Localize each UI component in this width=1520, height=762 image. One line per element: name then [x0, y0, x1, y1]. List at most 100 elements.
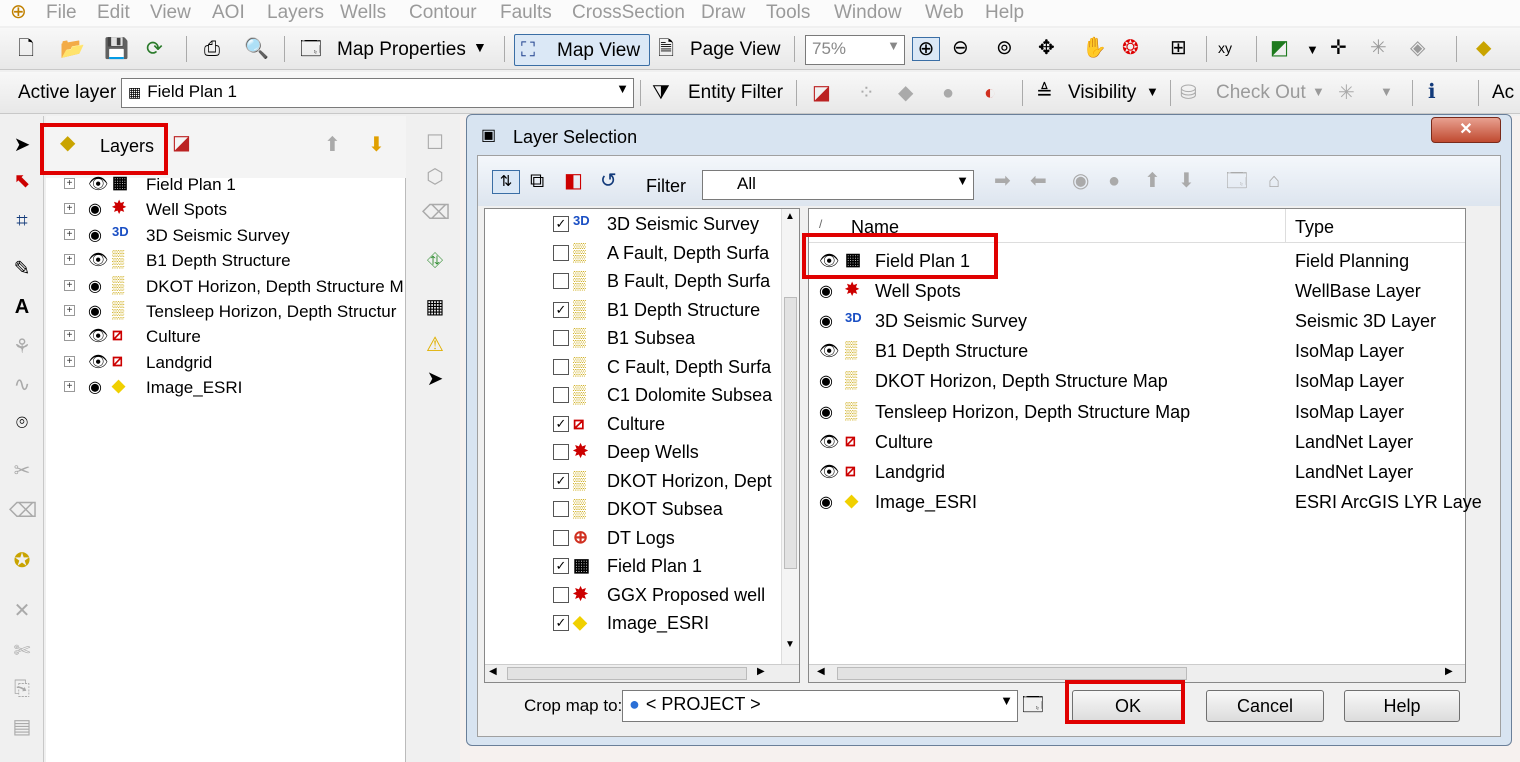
crop-map-select[interactable]: ● < PROJECT > ▼	[622, 690, 1018, 722]
layer-checkbox[interactable]: ✓	[553, 216, 569, 232]
scissors-icon[interactable]: ✂	[9, 460, 35, 482]
layer-list-item[interactable]: ✓ ⧄ Culture	[485, 411, 781, 439]
layer-tree-item[interactable]: + 👁 ▒ B1 Depth Structure	[46, 248, 406, 273]
table-hscroll-thumb[interactable]	[837, 667, 1187, 680]
paint-icon[interactable]: ✪	[9, 550, 35, 572]
layer-list-item[interactable]: ✓ 3D 3D Seismic Survey	[485, 211, 781, 239]
eye-closed-icon[interactable]: ◉	[819, 402, 833, 422]
pan-icon[interactable]: ✥	[1038, 37, 1055, 59]
map-properties-button[interactable]: Map Properties	[337, 39, 466, 61]
magnet-icon[interactable]: ◐	[984, 82, 996, 104]
layer-tree-item[interactable]: + ◉ ▒ DKOT Horizon, Depth Structure M	[46, 274, 406, 299]
table-row[interactable]: ◉ ✸ Well Spots WellBase Layer	[809, 277, 1465, 307]
layer-checkbox[interactable]: ✓	[553, 301, 569, 318]
map-view-button[interactable]: ⛶ Map View	[514, 34, 650, 66]
menu-tools[interactable]: Tools	[766, 2, 810, 24]
scroll-right-icon[interactable]: ▶	[757, 666, 765, 677]
expand-icon[interactable]: +	[64, 203, 75, 215]
pencil-icon[interactable]: ✎	[9, 258, 35, 280]
layer-checkbox[interactable]	[553, 244, 569, 261]
eye-open-icon[interactable]: 👁	[88, 326, 108, 346]
layer-checkbox[interactable]	[553, 586, 569, 603]
dot-icon[interactable]: ●	[1108, 170, 1120, 192]
layer-tree-item[interactable]: + 👁 ▦ Field Plan 1	[46, 172, 406, 197]
page-view-icon[interactable]: 🗎	[658, 38, 674, 60]
menu-aoi[interactable]: AOI	[212, 2, 245, 24]
expand-icon[interactable]: +	[64, 254, 75, 266]
column-type[interactable]: Type	[1295, 217, 1334, 238]
eye-open-icon[interactable]: 👁	[88, 352, 108, 372]
layer-checkbox[interactable]	[553, 501, 569, 517]
add-layer-dropdown-icon[interactable]: ▼	[1306, 39, 1319, 61]
save-icon[interactable]: 💾	[104, 38, 129, 60]
eye-open-icon[interactable]: 👁	[88, 174, 108, 194]
check-out-button[interactable]: Check Out	[1216, 82, 1306, 104]
eye-closed-icon[interactable]: ◉	[819, 281, 833, 301]
eye-closed-icon[interactable]: ◉	[88, 225, 102, 245]
eye-open-icon[interactable]: 👁	[819, 432, 839, 452]
copy-icon[interactable]: ⎘	[9, 678, 35, 700]
hscroll-thumb[interactable]	[507, 667, 747, 680]
menu-layers[interactable]: Layers	[267, 2, 324, 24]
layer-list-item[interactable]: ✓ ▒ DKOT Horizon, Dept	[485, 468, 781, 496]
polygon-icon[interactable]: ◆	[898, 82, 913, 104]
layer-list-item[interactable]: ✓ ◆ Image_ESRI	[485, 610, 781, 638]
zoom-combo[interactable]: 75% ▼	[805, 35, 905, 65]
eye-closed-icon[interactable]: ◉	[88, 276, 102, 296]
layer-list-item[interactable]: ▒ A Fault, Depth Surfa	[485, 240, 781, 268]
table-scroll-right-icon[interactable]: ▶	[1445, 666, 1453, 677]
table-row[interactable]: ◉ 3D 3D Seismic Survey Seismic 3D Layer	[809, 307, 1465, 337]
branch-icon[interactable]: ⚘	[9, 336, 35, 358]
table-row[interactable]: 👁 ⧄ Culture LandNet Layer	[809, 428, 1465, 458]
scroll-down-icon[interactable]: ▼	[785, 639, 795, 650]
layer-tree-item[interactable]: + ◉ ✸ Well Spots	[46, 197, 406, 222]
field-grid-icon[interactable]: ▦	[422, 296, 448, 318]
pointer-icon[interactable]: ➤	[422, 368, 448, 390]
info-icon[interactable]: ℹ	[1428, 81, 1436, 103]
down-icon[interactable]: ⬇	[1178, 170, 1195, 192]
layers-stack-icon[interactable]: ◆	[1476, 37, 1491, 59]
print-preview-icon[interactable]: 🔍	[244, 38, 269, 60]
layer-checkbox[interactable]	[553, 529, 569, 546]
cut-icon[interactable]: ✄	[9, 640, 35, 662]
scroll-left-icon[interactable]: ◀	[489, 666, 497, 677]
cancel-button[interactable]: Cancel	[1206, 690, 1324, 722]
menu-file[interactable]: File	[46, 2, 77, 24]
node-icon[interactable]: ⌾	[9, 412, 35, 434]
select-region-icon[interactable]: ⬉	[9, 170, 35, 192]
eye-open-icon[interactable]: 👁	[819, 341, 839, 361]
layer-checkbox[interactable]	[553, 358, 569, 375]
map-properties-icon[interactable]: 🗔	[300, 38, 322, 60]
copy-layers-icon[interactable]: ⧉	[530, 170, 544, 192]
layer-stack-color-icon[interactable]: ◪	[172, 132, 191, 154]
entity-filter-button[interactable]: Entity Filter	[688, 82, 783, 104]
table-scroll-left-icon[interactable]: ◀	[817, 666, 825, 677]
menu-faults[interactable]: Faults	[500, 2, 552, 24]
move-down-icon[interactable]: ⬇	[368, 134, 385, 156]
layer-tree-item[interactable]: + ◉ 3D 3D Seismic Survey	[46, 223, 406, 248]
crosshair-icon[interactable]: ✛	[1330, 37, 1347, 59]
expand-icon[interactable]: +	[64, 178, 75, 189]
filter-select[interactable]: All ▼	[702, 170, 974, 200]
layer-checkbox[interactable]	[553, 444, 569, 460]
xy-coordinate-icon[interactable]: xy	[1218, 37, 1232, 59]
menu-web[interactable]: Web	[925, 2, 964, 24]
paste-icon[interactable]: ▤	[9, 716, 35, 738]
scroll-thumb[interactable]	[784, 297, 797, 569]
zoom-extent-icon[interactable]: ⊚	[996, 37, 1013, 59]
layer-list-item[interactable]: ✸ GGX Proposed well	[485, 582, 781, 610]
warning-icon[interactable]: ⚠	[422, 334, 448, 356]
move-up-icon[interactable]: ⬆	[324, 134, 341, 156]
eye-closed-icon[interactable]: ◉	[88, 377, 102, 397]
expand-icon[interactable]: +	[64, 330, 75, 342]
grid-icon[interactable]: ⊞	[1170, 37, 1187, 59]
vertical-scrollbar[interactable]: ▲ ▼	[781, 209, 799, 664]
table-row[interactable]: ◉ ▒ DKOT Horizon, Depth Structure Map IsoMa…	[809, 367, 1465, 397]
layer-checkbox[interactable]	[553, 273, 569, 289]
layer-list-item[interactable]: ✸ Deep Wells	[485, 439, 781, 467]
open-folder-icon[interactable]: 📂	[60, 38, 85, 60]
layer-color-icon[interactable]: ◪	[812, 82, 831, 104]
eye-closed-icon[interactable]: ◉	[819, 371, 833, 391]
layer-list-item[interactable]: ▒ DKOT Subsea	[485, 496, 781, 524]
eye-toggle-icon[interactable]: ◉	[1072, 170, 1089, 192]
